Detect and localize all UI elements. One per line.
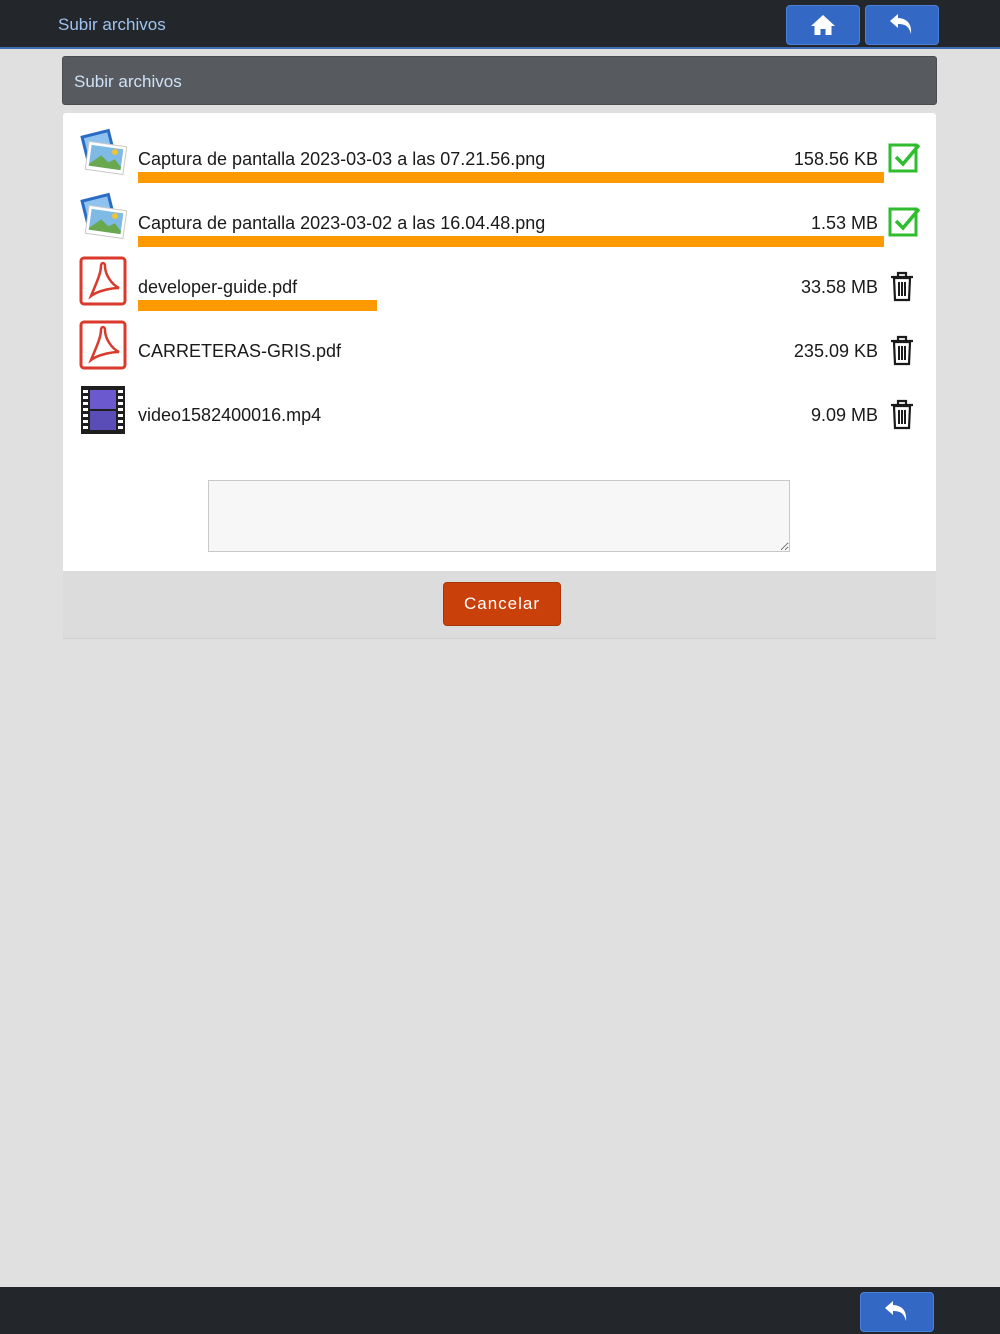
home-icon bbox=[811, 15, 835, 35]
file-name: Captura de pantalla 2023-03-03 a las 07.… bbox=[138, 149, 546, 169]
pdf-file-icon bbox=[77, 320, 129, 372]
undo-arrow-icon bbox=[890, 14, 912, 34]
video-file-icon bbox=[77, 384, 129, 436]
trash-icon[interactable] bbox=[885, 333, 919, 367]
file-name: CARRETERAS-GRIS.pdf bbox=[138, 341, 342, 361]
upload-panel: Captura de pantalla 2023-03-03 a las 07.… bbox=[63, 113, 936, 571]
bottom-back-button[interactable] bbox=[860, 1292, 934, 1332]
top-bar: Subir archivos bbox=[0, 0, 1000, 49]
file-size: 235.09 KB bbox=[793, 341, 878, 361]
notes-textarea[interactable] bbox=[208, 480, 790, 552]
image-file-icon bbox=[77, 128, 129, 180]
trash-icon[interactable] bbox=[885, 269, 919, 303]
image-file-icon bbox=[77, 192, 129, 244]
file-size: 9.09 MB bbox=[810, 405, 878, 425]
back-button[interactable] bbox=[865, 5, 939, 45]
pdf-file-icon bbox=[77, 256, 129, 308]
app-title: Subir archivos bbox=[58, 15, 166, 34]
file-row: Captura de pantalla 2023-03-02 a las 16.… bbox=[63, 177, 936, 247]
file-name: Captura de pantalla 2023-03-02 a las 16.… bbox=[138, 213, 546, 233]
panel-header: Subir archivos bbox=[62, 56, 937, 105]
panel-title: Subir archivos bbox=[74, 72, 182, 91]
file-size: 33.58 MB bbox=[800, 277, 878, 297]
file-size: 1.53 MB bbox=[810, 213, 878, 233]
file-row: video1582400016.mp4 9.09 MB bbox=[63, 369, 936, 436]
file-name: developer-guide.pdf bbox=[138, 277, 298, 297]
file-size: 158.56 KB bbox=[793, 149, 878, 169]
file-row: CARRETERAS-GRIS.pdf 235.09 KB bbox=[63, 305, 936, 372]
file-row: developer-guide.pdf 33.58 MB bbox=[63, 241, 936, 311]
bottom-bar bbox=[0, 1287, 1000, 1334]
checkbox-checked-icon bbox=[888, 205, 922, 239]
cancel-button[interactable]: Cancelar bbox=[443, 582, 561, 626]
home-button[interactable] bbox=[786, 5, 860, 45]
undo-arrow-icon bbox=[885, 1301, 907, 1321]
trash-icon[interactable] bbox=[885, 397, 919, 431]
checkbox-checked-icon bbox=[888, 141, 922, 175]
file-row: Captura de pantalla 2023-03-03 a las 07.… bbox=[63, 113, 936, 183]
file-name: video1582400016.mp4 bbox=[138, 405, 322, 425]
panel-footer: Cancelar bbox=[63, 571, 936, 639]
